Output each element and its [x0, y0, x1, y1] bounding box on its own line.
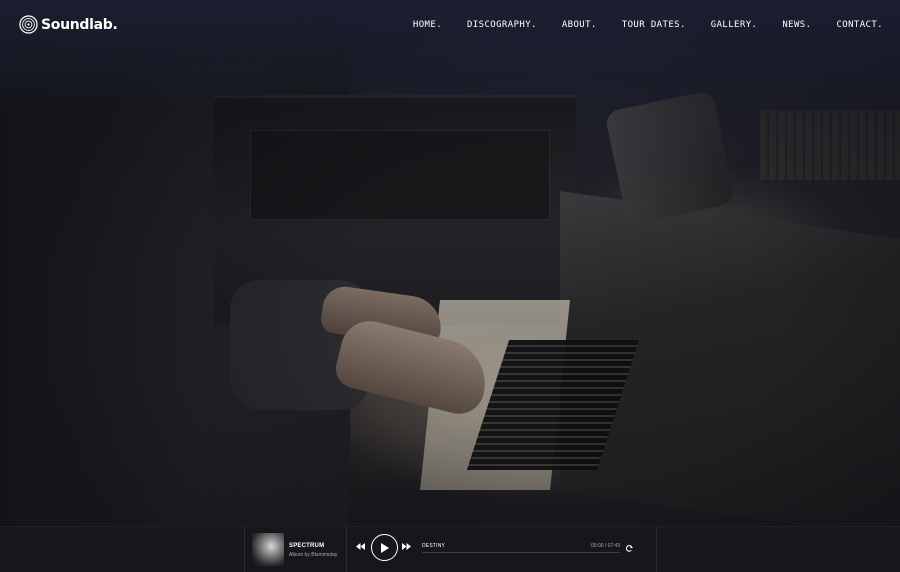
fast-forward-icon: [402, 543, 411, 550]
play-button[interactable]: [371, 534, 398, 561]
nav-tour-dates[interactable]: TOUR DATES.: [622, 20, 686, 30]
player-divider-right: [656, 527, 657, 572]
vinyl-logo-icon: [19, 15, 38, 34]
main-nav: HOME. DISCOGRAPHY. ABOUT. TOUR DATES. GA…: [413, 20, 883, 30]
music-player-bar: SPECTRUM Album by Blummsday DESTINY 00:0…: [0, 526, 900, 572]
nav-about[interactable]: ABOUT.: [562, 20, 597, 30]
album-title: SPECTRUM: [289, 543, 325, 549]
brand-name: Soundlab.: [41, 16, 118, 33]
track-time: 00:00 / 07:43: [591, 543, 621, 549]
site-header: Soundlab. HOME. DISCOGRAPHY. ABOUT. TOUR…: [0, 0, 900, 52]
player-divider-left: [244, 527, 245, 572]
album-cover[interactable]: [252, 533, 284, 566]
next-button[interactable]: [402, 543, 411, 550]
nav-news[interactable]: NEWS.: [782, 20, 811, 30]
album-subtitle: Album by Blummsday: [289, 552, 338, 558]
nav-gallery[interactable]: GALLERY.: [711, 20, 758, 30]
repeat-button[interactable]: [626, 545, 633, 552]
hero-background-photo: [0, 0, 900, 526]
progress-bar[interactable]: [422, 552, 620, 553]
nav-discography[interactable]: DISCOGRAPHY.: [467, 20, 537, 30]
rewind-icon: [356, 543, 365, 550]
site-logo[interactable]: Soundlab.: [19, 15, 118, 34]
player-divider-mid: [346, 527, 347, 572]
nav-contact[interactable]: CONTACT.: [836, 20, 883, 30]
current-track-name: DESTINY: [422, 543, 446, 549]
previous-button[interactable]: [356, 543, 365, 550]
nav-home[interactable]: HOME.: [413, 20, 442, 30]
repeat-icon: [626, 545, 633, 552]
play-icon: [381, 542, 389, 553]
